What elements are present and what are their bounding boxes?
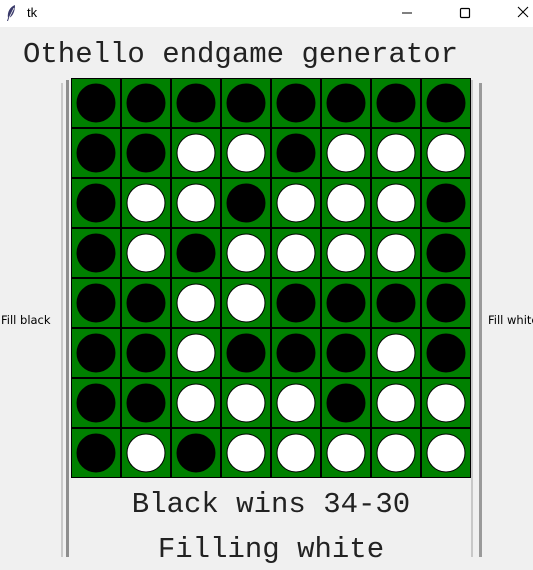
black-disc (276, 133, 316, 173)
white-disc (376, 133, 416, 173)
white-disc (276, 433, 316, 473)
black-disc (176, 433, 216, 473)
black-disc (426, 183, 466, 223)
white-disc (176, 383, 216, 423)
white-disc (126, 233, 166, 273)
white-disc (426, 433, 466, 473)
close-button[interactable] (500, 0, 533, 27)
result-text: Black wins 34-30 (131, 488, 411, 521)
minimize-icon (401, 4, 413, 23)
white-disc (226, 233, 266, 273)
black-disc (76, 383, 116, 423)
black-disc (326, 83, 366, 123)
black-disc (76, 283, 116, 323)
white-disc (226, 283, 266, 323)
black-disc (326, 383, 366, 423)
white-disc (426, 133, 466, 173)
board-canvas[interactable] (71, 78, 471, 478)
black-disc (76, 433, 116, 473)
white-disc (326, 233, 366, 273)
white-disc (276, 233, 316, 273)
black-disc (376, 83, 416, 123)
black-disc (376, 283, 416, 323)
black-disc (176, 233, 216, 273)
black-disc (126, 383, 166, 423)
white-disc (376, 183, 416, 223)
white-disc (176, 133, 216, 173)
black-disc (426, 283, 466, 323)
fill-white-button[interactable]: Fill white (479, 83, 533, 557)
fill-white-label: Fill white (488, 313, 533, 327)
white-disc (126, 433, 166, 473)
black-disc (176, 83, 216, 123)
black-disc (76, 333, 116, 373)
black-disc (126, 283, 166, 323)
white-disc (176, 183, 216, 223)
black-disc (326, 333, 366, 373)
white-disc (176, 283, 216, 323)
minimize-button[interactable] (384, 0, 430, 27)
white-disc (226, 133, 266, 173)
black-disc (76, 183, 116, 223)
action-text: Filling white (157, 533, 385, 566)
black-disc (76, 83, 116, 123)
white-disc (326, 183, 366, 223)
fill-black-label: Fill black (1, 313, 51, 327)
black-disc (126, 133, 166, 173)
white-disc (126, 183, 166, 223)
white-disc (426, 383, 466, 423)
black-disc (426, 83, 466, 123)
black-disc (126, 83, 166, 123)
fill-black-button[interactable]: Fill black (0, 83, 63, 557)
black-disc (276, 333, 316, 373)
maximize-icon (459, 4, 471, 23)
maximize-button[interactable] (442, 0, 488, 27)
white-disc (276, 383, 316, 423)
white-disc (176, 333, 216, 373)
window-title: tk (27, 5, 38, 20)
black-disc (126, 333, 166, 373)
black-disc (76, 233, 116, 273)
white-disc (326, 433, 366, 473)
black-disc (426, 233, 466, 273)
white-disc (226, 383, 266, 423)
white-disc (376, 383, 416, 423)
white-disc (376, 233, 416, 273)
black-disc (76, 133, 116, 173)
black-disc (226, 183, 266, 223)
othello-board[interactable] (71, 78, 471, 478)
white-disc (276, 183, 316, 223)
title-bar: tk (0, 0, 533, 27)
black-disc (276, 283, 316, 323)
white-disc (376, 433, 416, 473)
black-disc (276, 83, 316, 123)
black-disc (326, 283, 366, 323)
black-disc (426, 333, 466, 373)
black-disc (226, 333, 266, 373)
app-title: Othello endgame generator (23, 38, 459, 71)
feather-icon (5, 4, 17, 22)
white-disc (326, 133, 366, 173)
close-icon (516, 4, 530, 23)
black-disc (226, 83, 266, 123)
white-disc (376, 333, 416, 373)
white-disc (226, 433, 266, 473)
